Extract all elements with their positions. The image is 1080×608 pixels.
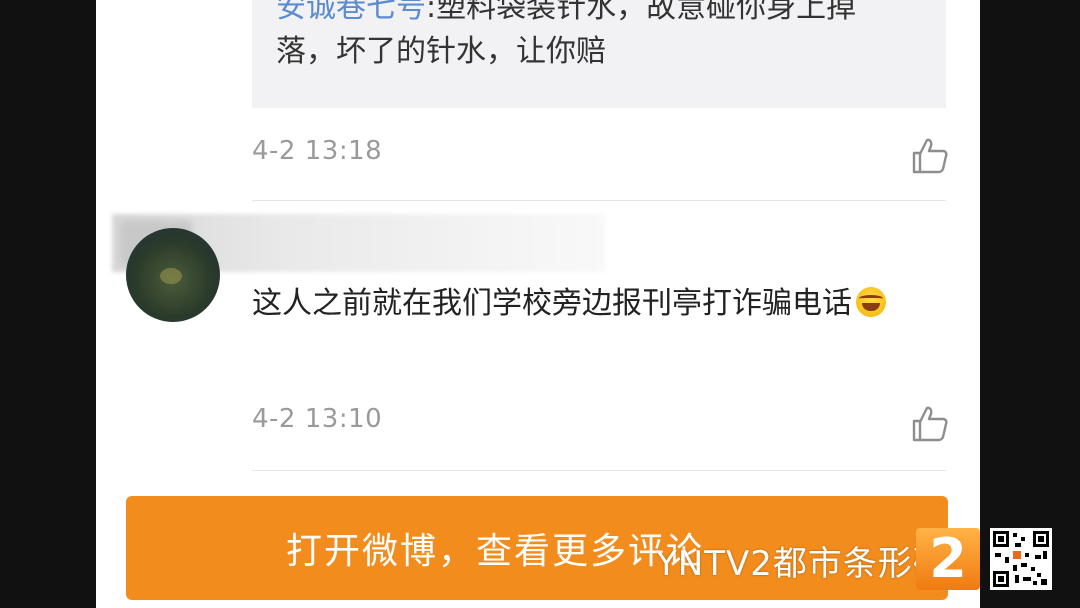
like-icon[interactable] — [910, 136, 950, 176]
quoted-username-link[interactable]: 安诚巷七号 — [276, 0, 426, 25]
laughing-emoji-icon — [856, 287, 886, 317]
weibo-comment-screen: 安诚巷七号:塑料袋装针水，故意碰你身上掉落，坏了的针水，让你赔 4-2 13:1… — [96, 0, 980, 608]
previous-comment-timestamp: 4-2 13:18 — [252, 136, 383, 166]
comment-text: 这人之前就在我们学校旁边报刊亭打诈骗电话 — [252, 280, 942, 328]
qr-code-icon — [990, 528, 1052, 590]
avatar[interactable] — [126, 228, 220, 322]
comment-divider — [252, 200, 946, 201]
like-icon[interactable] — [910, 404, 950, 444]
comment-timestamp: 4-2 13:10 — [252, 404, 383, 434]
comment-divider — [252, 470, 946, 471]
comment-body: 这人之前就在我们学校旁边报刊亭打诈骗电话 — [252, 286, 852, 321]
channel-logo: 2 — [916, 528, 980, 590]
quoted-comment-text: 安诚巷七号:塑料袋装针水，故意碰你身上掉落，坏了的针水，让你赔 — [276, 0, 916, 74]
tv-watermark-text: YNTV2都市条形码 — [656, 544, 948, 584]
